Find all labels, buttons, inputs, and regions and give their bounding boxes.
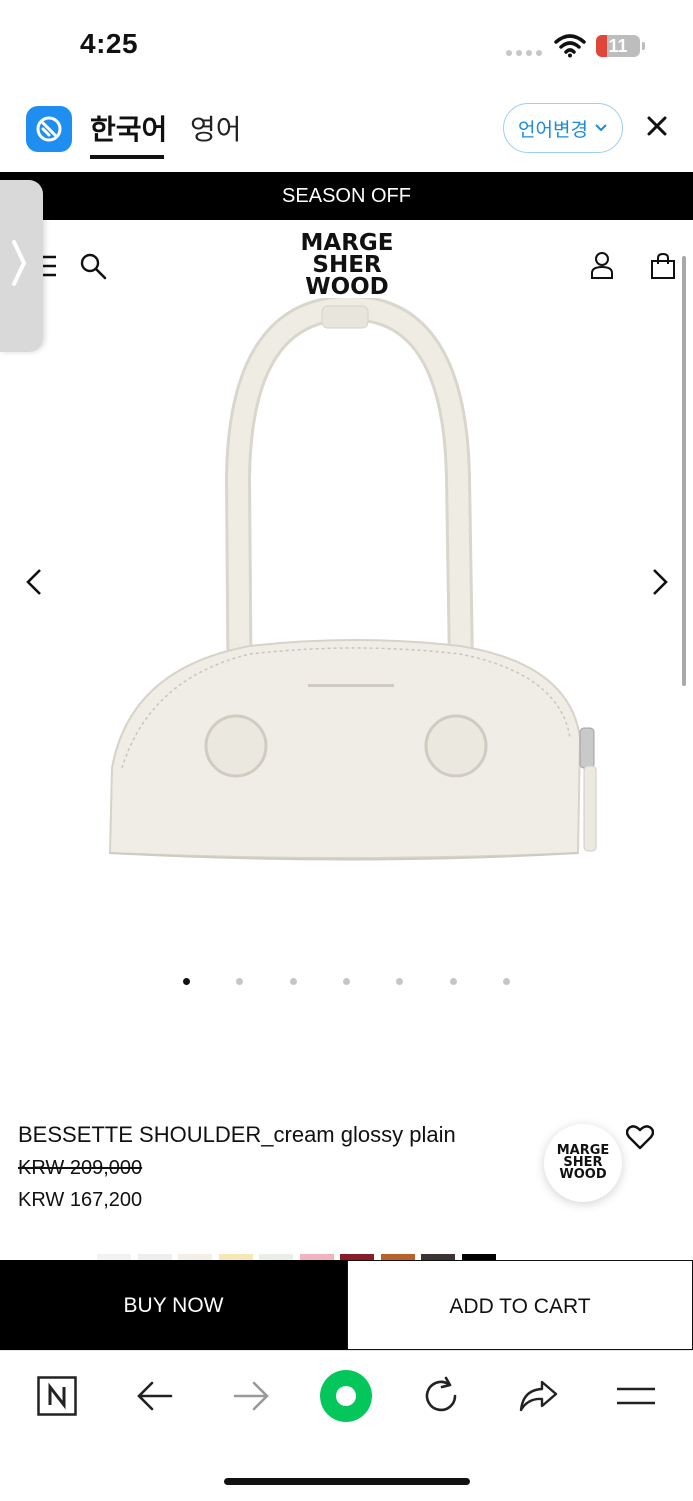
battery-nub xyxy=(642,42,645,50)
close-icon[interactable] xyxy=(645,114,669,138)
active-tab-underline xyxy=(90,155,164,159)
product-name: BESSETTE SHOULDER_cream glossy plain xyxy=(18,1122,456,1147)
wishlist-heart-icon[interactable] xyxy=(626,1124,654,1150)
logo-line-1: MARGE xyxy=(300,230,394,256)
change-language-button[interactable]: 언어변경 xyxy=(503,103,623,153)
battery-indicator: 11 xyxy=(596,35,640,57)
chip-logo-line-3: WOOD xyxy=(559,1167,607,1182)
tab-english[interactable]: 영어 xyxy=(190,108,242,148)
chevron-right-icon[interactable] xyxy=(8,238,30,288)
naver-icon[interactable] xyxy=(37,1376,77,1416)
carousel-dot[interactable] xyxy=(236,978,244,985)
page-scrollbar[interactable] xyxy=(682,256,686,686)
share-icon[interactable] xyxy=(518,1376,558,1416)
original-price: KRW 209,000 xyxy=(18,1157,143,1179)
cellular-signal-icon xyxy=(506,50,542,56)
carousel-dot[interactable] xyxy=(342,978,350,985)
forward-icon[interactable] xyxy=(231,1376,271,1416)
home-indicator xyxy=(224,1478,470,1485)
wifi-icon xyxy=(554,34,586,58)
brand-chat-button[interactable]: MARGE SHER WOOD xyxy=(544,1124,622,1202)
hamburger-menu-icon[interactable] xyxy=(42,254,56,278)
translate-app-icon[interactable] xyxy=(26,106,72,152)
carousel-dot[interactable] xyxy=(396,978,404,985)
carousel-prev-icon[interactable] xyxy=(22,566,46,598)
menu-icon[interactable] xyxy=(616,1376,656,1416)
carousel-dot[interactable] xyxy=(502,978,510,985)
carousel-next-icon[interactable] xyxy=(648,566,672,598)
store-logo[interactable]: MARGE SHER WOOD xyxy=(288,230,406,300)
back-icon[interactable] xyxy=(135,1376,175,1416)
carousel-dot[interactable] xyxy=(449,978,457,985)
buy-now-button[interactable]: BUY NOW xyxy=(0,1260,347,1350)
tab-korean[interactable]: 한국어 xyxy=(90,108,167,148)
promo-banner[interactable]: SEASON OFF xyxy=(0,172,693,220)
product-image[interactable] xyxy=(100,298,610,868)
chevron-down-icon xyxy=(595,124,607,132)
carousel-dot[interactable] xyxy=(289,978,297,985)
search-icon[interactable] xyxy=(79,252,107,280)
status-time: 4:25 xyxy=(80,28,139,59)
shopping-bag-icon[interactable] xyxy=(649,252,677,280)
carousel-dot[interactable] xyxy=(183,978,190,985)
change-language-label: 언어변경 xyxy=(518,119,588,141)
logo-line-3: WOOD xyxy=(305,274,389,300)
green-dot-icon[interactable] xyxy=(320,1370,372,1422)
logo-line-2: SHER xyxy=(312,252,382,278)
sale-price: KRW 167,200 xyxy=(18,1189,143,1211)
add-to-cart-button[interactable]: ADD TO CART xyxy=(347,1260,693,1350)
account-icon[interactable] xyxy=(590,251,614,279)
reload-icon[interactable] xyxy=(421,1376,461,1416)
